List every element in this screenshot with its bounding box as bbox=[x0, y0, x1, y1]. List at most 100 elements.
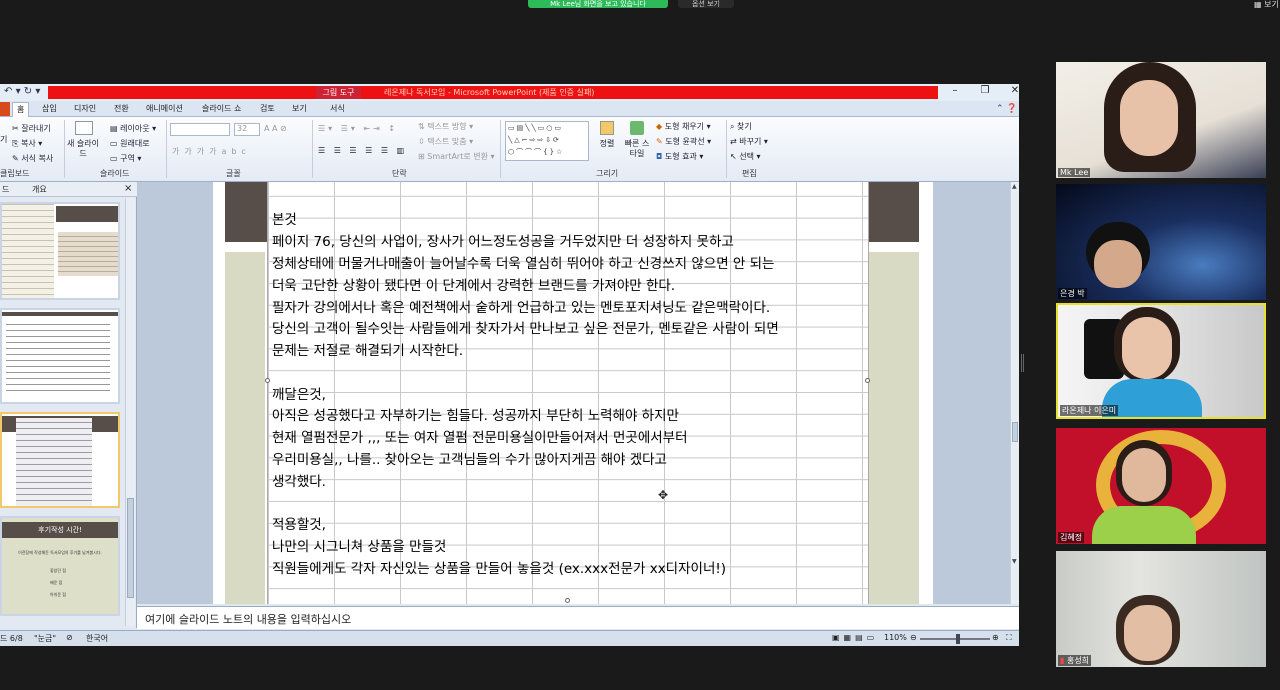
slide-text-box[interactable]: 본것 페이지 76, 당신의 사업이, 장사가 어느정도성공을 거두었지만 더 … bbox=[265, 182, 870, 604]
slide-thumbnail-6[interactable]: 후기작성 시간! 이전장에 작성해둔 독서모임의 후기를 남겨봅시다. 좋았던 … bbox=[0, 516, 120, 616]
scroll-thumb[interactable] bbox=[127, 498, 134, 598]
resize-handle[interactable] bbox=[565, 598, 570, 603]
tab-format[interactable]: 서식 bbox=[330, 103, 345, 114]
minimize-icon[interactable]: – bbox=[940, 85, 970, 96]
tab-outline[interactable]: 개요 bbox=[32, 184, 47, 195]
notes-placeholder: 여기에 슬라이드 노트의 내용을 입력하십시오 bbox=[145, 613, 352, 626]
scroll-up-icon[interactable]: ▲ bbox=[1012, 183, 1017, 190]
layout-button[interactable]: ▤ 레이아웃 ▾ bbox=[110, 123, 156, 134]
scroll-down-icon[interactable]: ▼ bbox=[1012, 558, 1017, 565]
tab-review[interactable]: 검토 bbox=[260, 103, 275, 114]
new-slide-button[interactable]: 새 슬라이드 bbox=[66, 121, 102, 159]
quick-styles-button[interactable]: 빠른 스타일 bbox=[622, 121, 652, 159]
text-line: 정체상태에 머물거나매출이 늘어날수록 더욱 열심히 뛰어야 하고 신경쓰지 않… bbox=[272, 256, 775, 272]
section-button[interactable]: ▭ 구역 ▾ bbox=[110, 153, 141, 164]
participant-video[interactable]: ▮ 홍성희 bbox=[1056, 551, 1266, 667]
shape-outline-label: 도형 윤곽선 bbox=[665, 137, 705, 146]
slides-pane-scrollbar[interactable] bbox=[125, 198, 135, 626]
editing-group-label: 편집 bbox=[742, 169, 757, 178]
tab-design[interactable]: 디자인 bbox=[74, 103, 96, 114]
splitter-handle[interactable] bbox=[1021, 354, 1024, 372]
cursor-icon: ↖ bbox=[730, 152, 737, 161]
notes-pane[interactable]: 여기에 슬라이드 노트의 내용을 입력하십시오 bbox=[137, 606, 1019, 629]
layout-icon: ▤ bbox=[110, 124, 118, 133]
participant-video[interactable]: 은경 박 bbox=[1056, 184, 1266, 300]
zoom-in-icon[interactable]: ⊕ bbox=[992, 633, 999, 642]
close-icon[interactable]: ✕ bbox=[1000, 85, 1019, 96]
redo-icon[interactable]: ↻ bbox=[24, 86, 32, 97]
screen-share-banner: Mk Lee님 화면을 보고 있습니다 bbox=[528, 0, 668, 8]
zoom-slider-thumb[interactable] bbox=[956, 634, 960, 644]
tab-view[interactable]: 보기 bbox=[292, 103, 307, 114]
participant-video-active-speaker[interactable]: 라온제나 이은미 bbox=[1056, 303, 1266, 419]
view-button[interactable]: ▦ 보기 bbox=[1254, 0, 1279, 10]
thumb-line: 이전장에 작성해둔 독서모임의 후기를 남겨봅시다. bbox=[18, 550, 102, 555]
participant-video[interactable]: Mk Lee bbox=[1056, 62, 1266, 178]
smartart-button[interactable]: ⊞ SmartArt로 변환 ▾ bbox=[418, 151, 495, 162]
find-button[interactable]: ⌕ 찾기 bbox=[730, 121, 752, 132]
align-icons[interactable]: ☰ ☰ ☰ ☰ ☰ ▥ bbox=[318, 146, 407, 155]
slide-scrollbar[interactable]: ▲ ▼ bbox=[1010, 182, 1019, 604]
group-separator bbox=[500, 120, 501, 178]
tab-slides[interactable]: 드 bbox=[2, 184, 9, 195]
participant-face bbox=[1120, 80, 1178, 156]
pane-close-icon[interactable]: × bbox=[124, 183, 132, 194]
participant-video[interactable]: 김혜정 bbox=[1056, 428, 1266, 544]
slide-thumbnail-3[interactable] bbox=[0, 202, 120, 300]
bullet-icons[interactable]: ☰▾ ☰▾ ⇤⇥ ↕ bbox=[318, 124, 398, 133]
reset-label: 원래대로 bbox=[120, 139, 150, 148]
tab-transitions[interactable]: 전환 bbox=[114, 103, 129, 114]
text-direction-button[interactable]: ⇅ 텍스트 방향 ▾ bbox=[418, 121, 473, 132]
scroll-thumb[interactable] bbox=[1012, 422, 1018, 442]
quick-access-toolbar[interactable]: ↶ ▾ ↻ ▾ bbox=[4, 86, 40, 97]
slide-thumbnail-5[interactable] bbox=[0, 412, 120, 508]
shape-outline-button[interactable]: ✎ 도형 윤곽선 ▾ bbox=[656, 136, 711, 147]
smartart-label: SmartArt로 변환 bbox=[427, 152, 488, 161]
file-tab[interactable] bbox=[0, 102, 10, 116]
zoom-out-icon[interactable]: ⊖ bbox=[910, 633, 917, 642]
cut-button[interactable]: ✂ 잘라내기 bbox=[12, 123, 51, 134]
ribbon: 기 ✂ 잘라내기 ⎘ 복사 ▾ ✎ 서식 복사 클립보드 새 슬라이드 ▤ 레이… bbox=[0, 117, 1019, 182]
view-mode-icons[interactable]: ▣▦▤▭ bbox=[832, 633, 878, 642]
picture-tools-tab[interactable]: 그림 도구 bbox=[316, 86, 361, 99]
fit-to-window-icon[interactable]: ⛶ bbox=[1006, 633, 1012, 643]
resize-handle[interactable] bbox=[265, 378, 270, 383]
font-grow-icons[interactable]: A A ⊘ bbox=[264, 124, 287, 133]
replace-button[interactable]: ⇄ 바꾸기 ▾ bbox=[730, 136, 768, 147]
zoom-slider[interactable] bbox=[920, 634, 990, 644]
shape-effects-button[interactable]: ◘ 도형 효과 ▾ bbox=[656, 151, 703, 162]
resize-handle[interactable] bbox=[865, 378, 870, 383]
reset-button[interactable]: ▭ 원래대로 bbox=[110, 138, 150, 149]
shapes-gallery[interactable]: ▭▤╲╲▭○▭ ╲△⌐⇨⇨⇩⟳ ⬡⌒⌒⌒{}☆ bbox=[505, 121, 589, 161]
tab-insert[interactable]: 삽입 bbox=[42, 103, 57, 114]
tab-animations[interactable]: 애니메이션 bbox=[146, 103, 183, 114]
paste-label[interactable]: 기 bbox=[0, 134, 7, 145]
thumb-text bbox=[6, 320, 110, 396]
copy-icon: ⎘ bbox=[12, 139, 19, 148]
help-icon[interactable]: ⌃ ❓ bbox=[996, 104, 1018, 114]
mic-muted-icon: ▮ bbox=[1060, 656, 1065, 665]
select-button[interactable]: ↖ 선택 ▾ bbox=[730, 151, 761, 162]
shape-fill-button[interactable]: ◆ 도형 채우기 ▾ bbox=[656, 121, 711, 132]
section-label: 구역 bbox=[120, 154, 135, 163]
copy-button[interactable]: ⎘ 복사 ▾ bbox=[12, 138, 42, 149]
format-painter-button[interactable]: ✎ 서식 복사 bbox=[12, 153, 53, 164]
font-name-box[interactable] bbox=[170, 123, 230, 136]
move-cursor-icon: ✥ bbox=[658, 488, 669, 502]
restore-icon[interactable]: ❐ bbox=[970, 85, 1000, 96]
view-options-button[interactable]: 옵션 보기 bbox=[678, 0, 734, 8]
arrange-button[interactable]: 정렬 bbox=[596, 121, 618, 149]
undo-icon[interactable]: ↶ bbox=[4, 86, 12, 97]
section-icon: ▭ bbox=[110, 154, 118, 163]
text-align-button[interactable]: ⇳ 텍스트 맞춤 ▾ bbox=[418, 136, 473, 147]
font-size-box[interactable]: 32 bbox=[234, 123, 260, 136]
zoom-level[interactable]: 110% bbox=[884, 633, 907, 642]
spellcheck-icon[interactable]: ⊘ bbox=[66, 633, 73, 642]
slide-thumbnail-4[interactable] bbox=[0, 308, 120, 404]
tab-home[interactable]: 홈 bbox=[12, 102, 30, 117]
tab-slideshow[interactable]: 슬라이드 쇼 bbox=[202, 103, 241, 114]
slide-canvas[interactable]: 본것 페이지 76, 당신의 사업이, 장사가 어느정도성공을 거두었지만 더 … bbox=[213, 182, 933, 604]
font-style-icons[interactable]: 가가가가abc bbox=[172, 146, 251, 157]
powerpoint-window: ↶ ▾ ↻ ▾ 그림 도구 레온제나 독서모임 - Microsoft Powe… bbox=[0, 84, 1019, 646]
text-line: 문제는 저절로 해결되기 시작한다. bbox=[272, 343, 464, 359]
